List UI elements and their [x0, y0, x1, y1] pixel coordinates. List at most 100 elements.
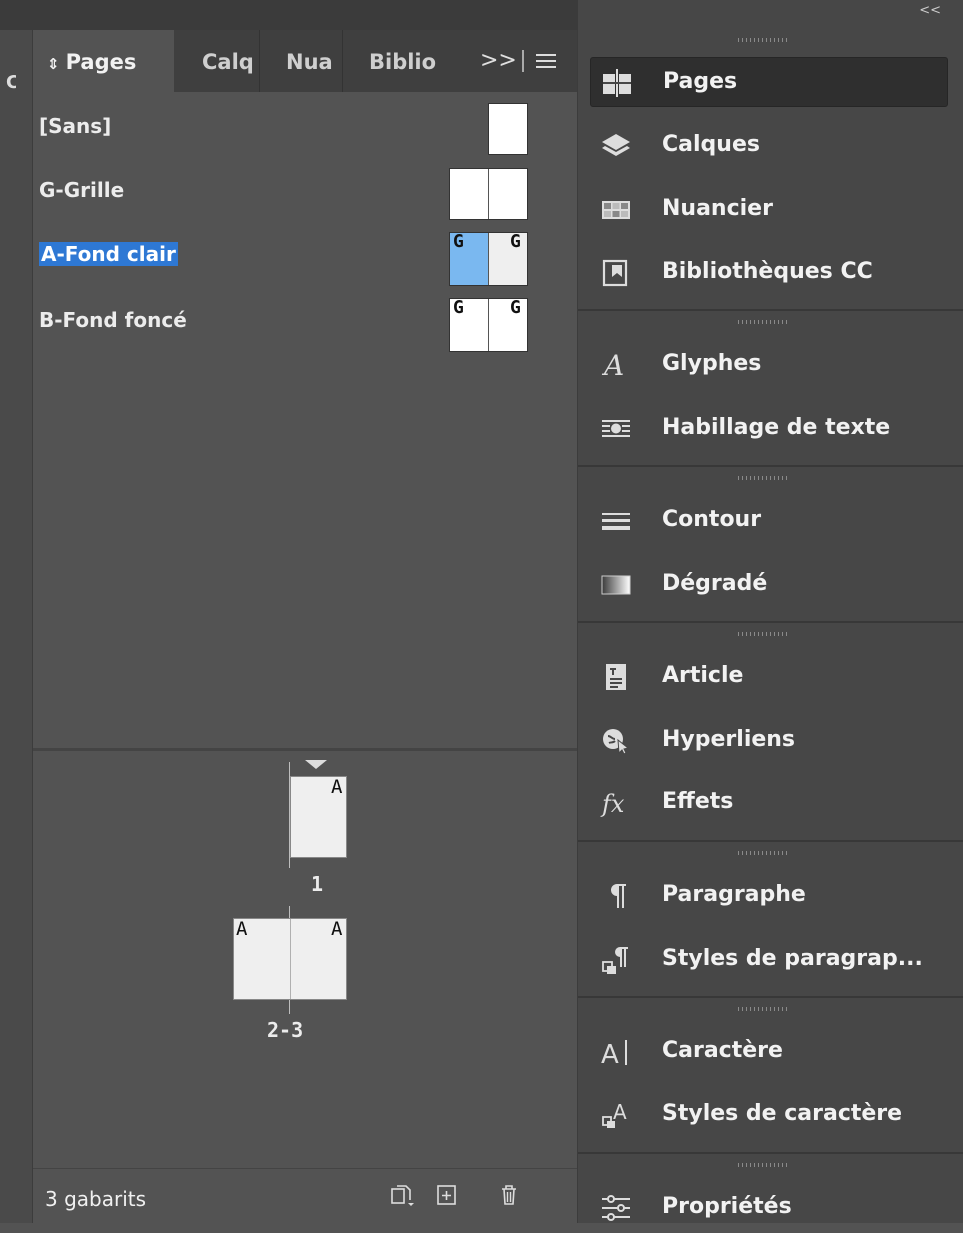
panel-splitter[interactable]: [33, 748, 577, 751]
dock-label: Pages: [663, 69, 738, 94]
dock-divider: [578, 1152, 963, 1154]
dock-item-styles-paragraphe[interactable]: Styles de paragrap...: [590, 935, 948, 985]
dock-item-proprietes[interactable]: Propriétés: [590, 1183, 948, 1233]
dock-divider: [578, 621, 963, 623]
effects-icon: fx: [600, 790, 625, 818]
tab-pages-label: Pages: [65, 50, 137, 74]
svg-text:A: A: [613, 1100, 627, 1124]
panel-status-bar: 3 gabarits: [33, 1168, 577, 1224]
page-number: 2-3: [267, 1018, 304, 1042]
more-tabs-chevron-icon[interactable]: >>: [480, 30, 517, 92]
master-thumb-grille[interactable]: [449, 168, 528, 220]
dock-grip[interactable]: [738, 320, 788, 324]
layers-icon: [602, 134, 630, 156]
dock-item-bibliotheques-cc[interactable]: Bibliothèques CC: [590, 248, 948, 298]
dock-grip[interactable]: [738, 1007, 788, 1011]
dock-grip[interactable]: [738, 1163, 788, 1167]
updown-icon[interactable]: ⇕: [47, 55, 60, 73]
new-page-icon[interactable]: [435, 1183, 459, 1207]
dock-item-calques[interactable]: Calques: [590, 121, 948, 171]
tab-calques[interactable]: Calq: [174, 30, 260, 92]
page-master-letter: A: [236, 918, 248, 940]
dock-grip[interactable]: [738, 38, 788, 42]
character-icon: A: [601, 1040, 627, 1067]
master-thumb-fond-clair[interactable]: G G: [449, 231, 528, 286]
dock-label: Calques: [662, 132, 760, 157]
tab-separator: [522, 50, 524, 72]
dock-label: Caractère: [662, 1038, 783, 1063]
panel-menu-icon[interactable]: [536, 50, 556, 72]
page-master-letter: A: [331, 776, 343, 798]
tab-nuancier[interactable]: Nua: [260, 30, 343, 92]
current-page-marker-icon: [305, 760, 327, 769]
dock-label: Nuancier: [662, 196, 773, 221]
tab-bibliotheques[interactable]: Biblio: [343, 30, 453, 92]
thumb-letter: G: [510, 231, 521, 252]
dock-label: Hyperliens: [662, 727, 796, 752]
thumb-spine: [488, 169, 489, 219]
panel-tab-bar: ⇕ Pages Calq Nua Biblio >>: [33, 30, 577, 92]
dock-divider: [578, 840, 963, 842]
dock-item-contour[interactable]: Contour: [590, 496, 948, 546]
thumb-spine: [488, 299, 489, 351]
dock-item-effets[interactable]: fx Effets: [590, 778, 948, 828]
dock-item-nuancier[interactable]: Nuancier: [590, 185, 948, 235]
collapse-dock-icon[interactable]: <<: [919, 3, 941, 18]
dock-label: Article: [662, 663, 744, 688]
character-styles-icon: A: [602, 1100, 627, 1128]
dock-item-pages[interactable]: Pages: [590, 57, 948, 107]
document-edge-text: C: [6, 72, 16, 93]
dock-grip[interactable]: [738, 476, 788, 480]
master-item-fond-clair[interactable]: A-Fond clair: [39, 242, 178, 266]
paragraph-icon: [611, 884, 626, 908]
article-icon: [606, 664, 626, 690]
dock-item-paragraphe[interactable]: Paragraphe: [590, 871, 948, 921]
page-thumb-1[interactable]: A: [290, 776, 347, 858]
master-item-fond-fonce[interactable]: B-Fond foncé: [39, 308, 187, 332]
dock-item-glyphes[interactable]: A Glyphes: [590, 340, 948, 390]
dock-divider: [578, 996, 963, 998]
dock-grip[interactable]: [738, 632, 788, 636]
master-thumb-sans[interactable]: [488, 103, 528, 155]
thumb-right-page: [489, 233, 527, 285]
dock-item-degrade[interactable]: Dégradé: [590, 560, 948, 610]
dock-divider: [578, 309, 963, 311]
dock-item-hyperliens[interactable]: Hyperliens: [590, 716, 948, 766]
properties-icon: [602, 1195, 630, 1221]
dock-item-caractere[interactable]: A Caractère: [590, 1027, 948, 1077]
thumb-letter: G: [453, 297, 464, 318]
dock-label: Dégradé: [662, 571, 768, 596]
thumb-spine: [488, 233, 489, 285]
panel-top-strip: [0, 0, 578, 30]
master-thumb-fond-fonce[interactable]: G G: [449, 297, 528, 352]
master-item-grille[interactable]: G-Grille: [39, 178, 124, 202]
dock-label: Bibliothèques CC: [662, 259, 873, 284]
dock-label: Propriétés: [662, 1194, 792, 1219]
dock-label: Habillage de texte: [662, 415, 891, 440]
thumb-letter: G: [510, 297, 521, 318]
document-edge: [0, 0, 32, 1223]
tab-pages[interactable]: ⇕ Pages: [33, 30, 174, 92]
paragraph-styles-icon: [602, 947, 628, 974]
page-spine: [290, 919, 291, 999]
master-item-sans[interactable]: [Sans]: [39, 114, 111, 138]
text-wrap-icon: [602, 420, 630, 437]
dock-item-habillage[interactable]: Habillage de texte: [590, 404, 948, 454]
dock-label: Styles de paragrap...: [662, 946, 923, 971]
swatches-icon: [602, 201, 630, 219]
cc-libraries-icon: [602, 259, 628, 287]
dock-item-styles-caractere[interactable]: A Styles de caractère: [590, 1090, 948, 1140]
dock-divider: [578, 465, 963, 467]
dock-grip[interactable]: [738, 851, 788, 855]
edit-page-size-icon[interactable]: [389, 1183, 414, 1207]
panel-dock: << Pages Calques Nuancier Bibliothèques …: [578, 0, 963, 1223]
hyperlinks-icon: [603, 729, 630, 755]
dock-item-article[interactable]: Article: [590, 652, 948, 702]
trash-icon[interactable]: [497, 1183, 521, 1207]
gradient-icon: [601, 575, 631, 595]
pages-panel: ⇕ Pages Calq Nua Biblio >> [Sans] G-Grill…: [32, 30, 578, 1224]
masters-count: 3 gabarits: [45, 1187, 147, 1211]
page-thumb-2-3[interactable]: A A: [233, 918, 347, 1000]
stroke-icon: [602, 513, 630, 530]
dock-label: Effets: [662, 789, 734, 814]
